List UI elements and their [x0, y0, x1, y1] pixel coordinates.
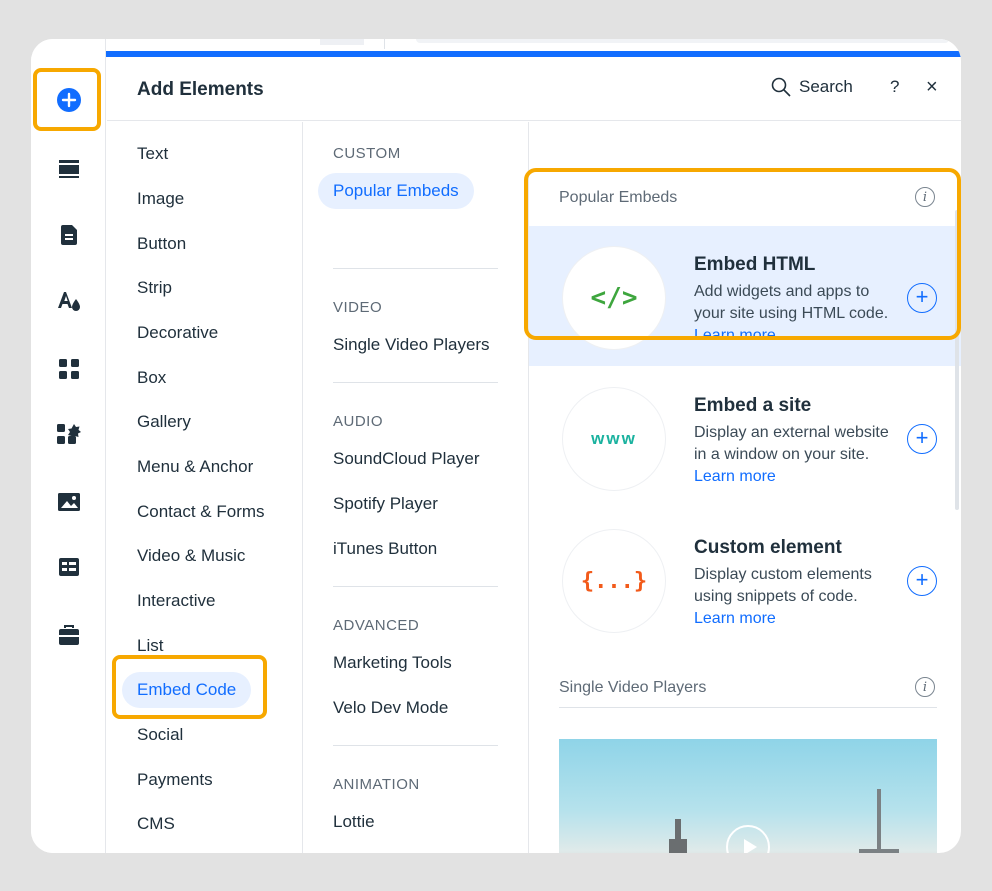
embed-html-card[interactable]: </> Embed HTML Add widgets and apps to y…: [529, 226, 961, 366]
category-item[interactable]: Decorative: [137, 323, 218, 343]
category-item[interactable]: Strip: [137, 278, 172, 298]
divider: [559, 707, 937, 708]
category-item[interactable]: Payments: [137, 770, 213, 790]
toolbar-tab: [320, 39, 364, 45]
category-item[interactable]: Contact & Forms: [137, 502, 265, 522]
media-icon: [57, 493, 80, 511]
braces-icon: {...}: [562, 529, 666, 633]
subcategory-item[interactable]: Marketing Tools: [333, 653, 452, 673]
learn-more-link[interactable]: Learn more: [694, 468, 776, 485]
category-item[interactable]: Interactive: [137, 591, 215, 611]
category-item[interactable]: Image: [137, 189, 184, 209]
search-button[interactable]: Search: [771, 77, 853, 97]
pages-icon: [60, 225, 77, 245]
www-icon: www: [562, 387, 666, 491]
divider: [333, 382, 498, 383]
category-item[interactable]: Box: [137, 368, 166, 388]
briefcase-icon: [58, 625, 79, 645]
learn-more-link[interactable]: Learn more: [694, 610, 776, 627]
divider: [333, 745, 498, 746]
rail-media-button[interactable]: [31, 482, 106, 522]
subcategory-item[interactable]: Single Video Players: [333, 335, 490, 355]
close-button[interactable]: ×: [926, 76, 938, 99]
divider: [333, 268, 498, 269]
add-embed-site-button[interactable]: +: [907, 424, 937, 454]
code-icon: </>: [562, 246, 666, 350]
card-description: Display custom elements using snippets o…: [694, 564, 894, 630]
learn-more-link[interactable]: Learn more: [694, 327, 776, 344]
embed-site-card[interactable]: www Embed a site Display an external web…: [529, 367, 961, 507]
rail-menus-button[interactable]: [31, 148, 106, 188]
divider: [333, 586, 498, 587]
subcategory-popular-embeds[interactable]: Popular Embeds: [318, 173, 474, 209]
design-icon: [57, 292, 80, 311]
menus-icon: [58, 160, 79, 178]
info-icon[interactable]: i: [915, 677, 935, 697]
rail-cms-button[interactable]: [31, 547, 106, 587]
rail-business-button[interactable]: [31, 615, 106, 655]
rail-add-button[interactable]: [31, 80, 106, 120]
scrollbar[interactable]: [955, 210, 959, 510]
card-description-text: Display custom elements using snippets o…: [694, 566, 872, 605]
category-item[interactable]: Social: [137, 725, 183, 745]
subcategory-item[interactable]: Lottie: [333, 812, 375, 832]
panel-title: Add Elements: [137, 79, 264, 100]
card-title: Embed HTML: [694, 254, 816, 275]
video-player-thumbnail[interactable]: [559, 739, 937, 853]
card-description: Display an external website in a window …: [694, 422, 894, 488]
skyline-spire: [675, 819, 681, 853]
category-item[interactable]: Gallery: [137, 412, 191, 432]
cms-icon: [58, 558, 79, 576]
section-title-popular-embeds: Popular Embeds: [559, 189, 678, 206]
category-item[interactable]: CMS: [137, 814, 175, 834]
category-item[interactable]: Button: [137, 234, 186, 254]
subcategory-item[interactable]: Spotify Player: [333, 494, 438, 514]
search-icon: [771, 77, 791, 97]
subcategory-item[interactable]: iTunes Button: [333, 539, 437, 559]
rail-add-apps-button[interactable]: [31, 414, 106, 454]
card-title: Custom element: [694, 537, 842, 558]
category-item[interactable]: Text: [137, 144, 168, 164]
add-custom-element-button[interactable]: +: [907, 566, 937, 596]
toolbar-field: [416, 39, 949, 43]
subcategory-item[interactable]: Velo Dev Mode: [333, 698, 448, 718]
search-label: Search: [799, 77, 853, 96]
card-description: Add widgets and apps to your site using …: [694, 281, 894, 347]
category-item[interactable]: Video & Music: [137, 546, 245, 566]
skyline-spire: [877, 789, 881, 853]
card-description-text: Add widgets and apps to your site using …: [694, 283, 889, 322]
info-icon[interactable]: i: [915, 187, 935, 207]
subcategory-list: CUSTOM Popular Embeds VIDEO Single Video…: [303, 122, 529, 853]
category-list: Text Image Button Strip Decorative Box G…: [107, 122, 303, 853]
rail-design-button[interactable]: [31, 281, 106, 321]
add-apps-icon: [56, 424, 81, 444]
add-icon: [56, 88, 81, 112]
card-description-text: Display an external website in a window …: [694, 424, 889, 463]
section-heading-animation: ANIMATION: [333, 776, 420, 793]
section-heading-advanced: ADVANCED: [333, 617, 420, 634]
category-item[interactable]: Menu & Anchor: [137, 457, 253, 477]
help-button[interactable]: ?: [890, 77, 899, 97]
rail-apps-button[interactable]: [31, 349, 106, 389]
toolbar-divider: [384, 39, 385, 49]
section-heading-custom: CUSTOM: [333, 145, 401, 162]
category-item[interactable]: List: [137, 636, 163, 656]
card-title: Embed a site: [694, 395, 812, 416]
section-heading-video: VIDEO: [333, 299, 383, 316]
section-title-single-video-players: Single Video Players: [559, 679, 707, 696]
category-item-embed-code[interactable]: Embed Code: [122, 672, 252, 708]
apps-icon: [58, 359, 79, 379]
section-heading-audio: AUDIO: [333, 413, 384, 430]
custom-element-card[interactable]: {...} Custom element Display custom elem…: [529, 509, 961, 649]
rail-pages-button[interactable]: [31, 215, 106, 255]
add-embed-html-button[interactable]: +: [907, 283, 937, 313]
left-rail: [31, 39, 106, 853]
play-icon[interactable]: [726, 825, 770, 853]
subcategory-item[interactable]: SoundCloud Player: [333, 449, 479, 469]
add-elements-window: Add Elements Search ? × Text Image Butto…: [31, 39, 961, 853]
panel-header: Add Elements Search ? ×: [107, 57, 961, 121]
content-panel: Popular Embeds i </> Embed HTML Add widg…: [529, 122, 961, 853]
